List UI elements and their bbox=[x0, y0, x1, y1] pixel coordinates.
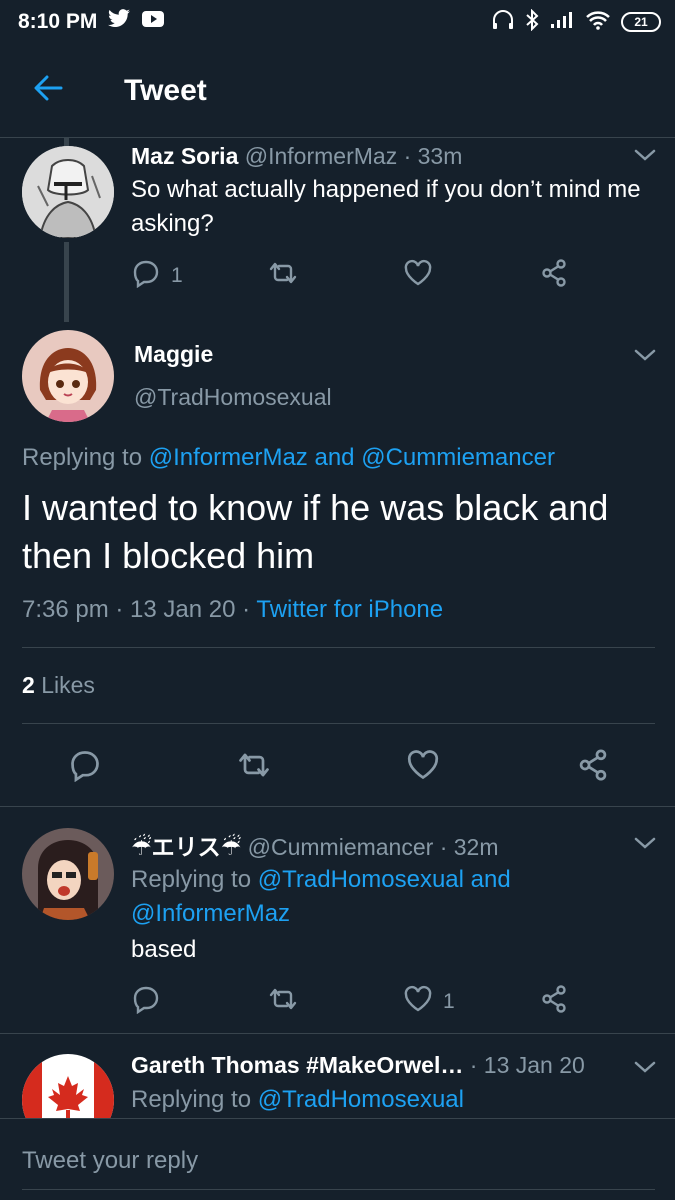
author-handle[interactable]: @Cummiemancer bbox=[248, 834, 434, 860]
like-button[interactable] bbox=[403, 259, 539, 293]
chevron-down-icon bbox=[634, 837, 656, 854]
like-count: 1 bbox=[443, 990, 455, 1013]
replying-to: Replying to @InformerMaz and @Cummiemanc… bbox=[22, 444, 555, 472]
battery-indicator: 21 bbox=[621, 12, 661, 32]
chevron-down-icon bbox=[634, 349, 656, 366]
like-button[interactable]: 1 bbox=[403, 985, 539, 1019]
tweet-menu-button[interactable] bbox=[634, 836, 656, 855]
chevron-down-icon bbox=[634, 149, 656, 166]
reply-icon bbox=[131, 984, 161, 1020]
avatar[interactable] bbox=[22, 330, 114, 422]
divider bbox=[22, 647, 655, 648]
tweet-text: based bbox=[131, 936, 197, 963]
retweet-button[interactable] bbox=[267, 259, 403, 293]
likes-summary[interactable]: 2 Likes bbox=[22, 672, 95, 699]
status-time: 8:10 PM bbox=[18, 10, 98, 33]
likes-label: Likes bbox=[41, 672, 95, 698]
main-tweet-actions bbox=[68, 748, 610, 788]
reply-composer bbox=[0, 1118, 675, 1200]
mention-link[interactable]: @InformerMaz bbox=[131, 900, 290, 927]
wifi-icon bbox=[585, 10, 611, 35]
tweet-header: Maz Soria @InformerMaz · 33m bbox=[131, 143, 462, 170]
reply-count: 1 bbox=[171, 264, 183, 287]
retweet-icon bbox=[267, 985, 299, 1019]
heart-icon bbox=[403, 985, 433, 1019]
replying-to: Replying to @TradHomosexual bbox=[131, 1086, 464, 1114]
reply3-clip: Gareth Thomas #MakeOrwel… · 13 Jan 20 Re… bbox=[0, 1034, 675, 1118]
share-button[interactable] bbox=[576, 748, 610, 788]
status-bar: 8:10 PM 21 bbox=[0, 0, 675, 44]
avatar[interactable] bbox=[22, 828, 114, 920]
tweet-menu-button[interactable] bbox=[634, 1060, 656, 1079]
composer-underline bbox=[22, 1189, 655, 1190]
chevron-down-icon bbox=[634, 1061, 656, 1078]
mention-link[interactable]: @TradHomosexual bbox=[258, 1086, 464, 1113]
author-name[interactable]: Maz Soria bbox=[131, 143, 238, 169]
page-title: Tweet bbox=[124, 73, 207, 107]
tweet-time: · 33m bbox=[403, 143, 463, 169]
replying-and: and bbox=[470, 866, 511, 893]
mention-link[interactable]: @TradHomosexual bbox=[258, 866, 464, 893]
top-app-bar: Tweet bbox=[0, 44, 675, 138]
reply-icon bbox=[131, 258, 161, 294]
author-name[interactable]: Gareth Thomas #MakeOrwel… bbox=[131, 1052, 463, 1078]
reply-icon bbox=[68, 748, 102, 788]
retweet-icon bbox=[267, 259, 299, 293]
author-name[interactable]: ☔エリス☔ bbox=[131, 834, 241, 860]
like-button[interactable] bbox=[406, 749, 576, 787]
likes-count: 2 bbox=[22, 672, 35, 698]
tweet-text: So what actually happened if you don’t m… bbox=[131, 176, 641, 237]
heart-icon bbox=[403, 259, 433, 293]
headphones-icon bbox=[491, 9, 515, 36]
reply-input[interactable] bbox=[22, 1139, 652, 1183]
avatar[interactable] bbox=[22, 1054, 114, 1118]
twitter-bird-icon bbox=[107, 9, 131, 35]
tweet-time: · 13 Jan 20 bbox=[469, 1052, 585, 1078]
mention-link[interactable]: @Cummiemancer bbox=[361, 444, 555, 471]
tweet-actions: 1 bbox=[131, 984, 569, 1020]
share-icon bbox=[539, 984, 569, 1020]
author-handle[interactable]: @TradHomosexual bbox=[134, 384, 332, 411]
signal-icon bbox=[549, 10, 575, 35]
mention-link[interactable]: @InformerMaz bbox=[149, 444, 308, 471]
replying-label: Replying to bbox=[22, 444, 143, 471]
tweet-header: Gareth Thomas #MakeOrwel… · 13 Jan 20 bbox=[131, 1052, 585, 1079]
divider bbox=[22, 723, 655, 724]
share-button[interactable] bbox=[539, 984, 569, 1020]
author-handle[interactable]: @InformerMaz bbox=[245, 143, 397, 169]
tweet-menu-button[interactable] bbox=[634, 148, 656, 167]
thread-connector bbox=[64, 242, 69, 322]
share-icon bbox=[576, 748, 610, 788]
tweet-timestamp: 7:36 pm · 13 Jan 20 · bbox=[22, 596, 251, 623]
youtube-icon bbox=[141, 10, 165, 34]
main-tweet-text: I wanted to know if he was black and the… bbox=[22, 487, 609, 576]
retweet-button[interactable] bbox=[267, 985, 403, 1019]
retweet-icon bbox=[236, 749, 272, 787]
avatar[interactable] bbox=[22, 146, 114, 238]
tweet-time: · 32m bbox=[439, 834, 499, 860]
reply-button[interactable] bbox=[131, 984, 267, 1020]
bluetooth-icon bbox=[525, 8, 539, 36]
back-button[interactable] bbox=[0, 44, 96, 138]
retweet-button[interactable] bbox=[236, 749, 406, 787]
tweet-menu-button[interactable] bbox=[634, 348, 656, 367]
replying-to: Replying to @TradHomosexual and @Informe… bbox=[131, 863, 611, 931]
author-name[interactable]: Maggie bbox=[134, 341, 213, 368]
replying-label: Replying to bbox=[131, 866, 252, 893]
replying-and: and bbox=[314, 444, 355, 471]
divider bbox=[0, 806, 675, 807]
reply-button[interactable] bbox=[68, 748, 236, 788]
share-icon bbox=[539, 258, 569, 294]
tweet-meta: 7:36 pm · 13 Jan 20 · Twitter for iPhone bbox=[22, 596, 443, 624]
heart-icon bbox=[406, 749, 440, 787]
tweet-source-link[interactable]: Twitter for iPhone bbox=[256, 596, 443, 623]
reply-button[interactable]: 1 bbox=[131, 258, 267, 294]
tweet-actions: 1 bbox=[131, 258, 569, 294]
tweet-header: ☔エリス☔ @Cummiemancer · 32m bbox=[131, 828, 499, 862]
share-button[interactable] bbox=[539, 258, 569, 294]
replying-label: Replying to bbox=[131, 1086, 252, 1113]
arrow-left-icon bbox=[33, 75, 63, 106]
